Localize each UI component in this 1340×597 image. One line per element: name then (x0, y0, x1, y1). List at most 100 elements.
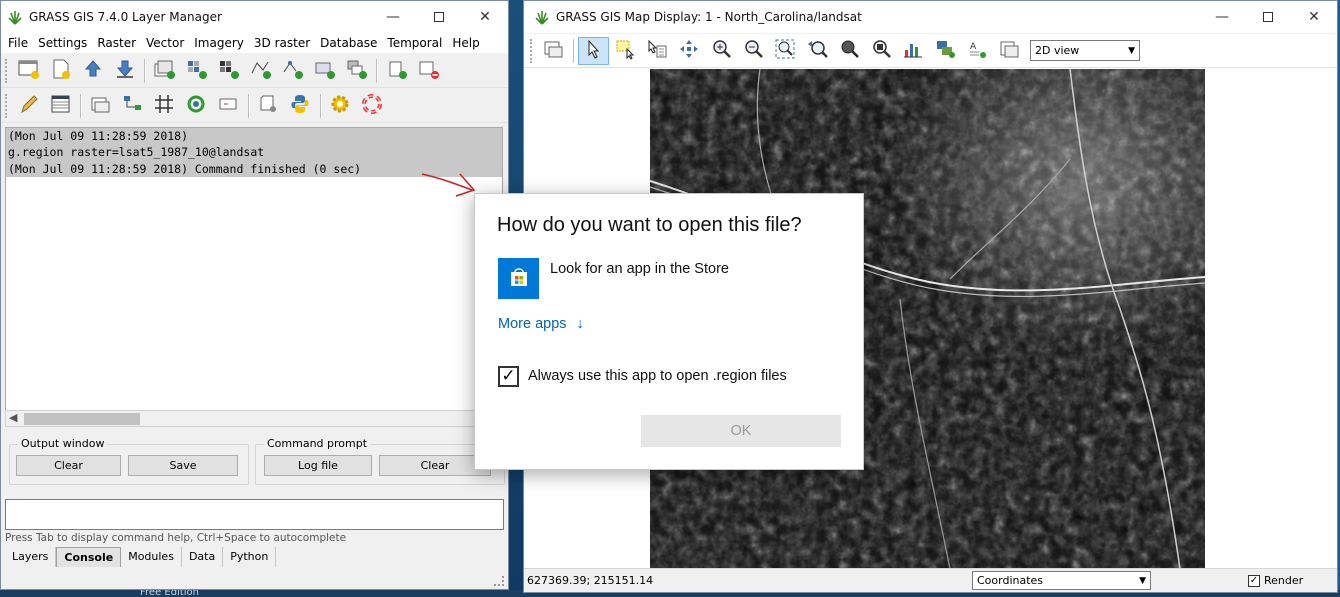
command-input[interactable] (5, 499, 504, 530)
select-tool-button[interactable] (610, 37, 641, 65)
maximize-icon (1263, 12, 1273, 22)
tab-data[interactable]: Data (182, 547, 224, 567)
zoom-back-button[interactable] (802, 37, 833, 65)
menu-imagery[interactable]: Imagery (189, 36, 249, 50)
tab-layers[interactable]: Layers (5, 547, 57, 567)
view-mode-select[interactable]: 2D view ▼ (1030, 40, 1140, 61)
add-overlay-button[interactable] (309, 57, 340, 85)
ok-button[interactable]: OK (641, 415, 841, 447)
new-file-icon (49, 58, 73, 83)
maximize-button[interactable] (1245, 1, 1291, 33)
new-map-display-button[interactable] (13, 57, 44, 85)
edit-vector-button[interactable] (13, 92, 44, 120)
scroll-left-icon[interactable]: ◀ (9, 411, 17, 424)
log-file-button[interactable]: Log file (264, 455, 372, 476)
display-refresh-icon (542, 38, 566, 63)
add-text-button[interactable]: A (962, 37, 993, 65)
menu-database[interactable]: Database (315, 36, 382, 50)
minimize-icon: — (386, 9, 400, 25)
pointer-tool-button[interactable] (578, 36, 609, 65)
help-button[interactable] (357, 92, 388, 120)
attribute-table-button[interactable] (45, 92, 76, 120)
cartographic-button[interactable] (181, 92, 212, 120)
menu-3d-raster[interactable]: 3D raster (249, 36, 315, 50)
launch-script-button[interactable] (253, 92, 284, 120)
analyze-button[interactable] (898, 37, 929, 65)
recycle-icon (185, 93, 209, 118)
toolbar-grip[interactable] (530, 38, 534, 63)
psmap-button[interactable] (213, 92, 244, 120)
status-mode-select[interactable]: Coordinates ▼ (972, 571, 1151, 590)
zoom-in-button[interactable] (706, 37, 737, 65)
clipboard-add-icon (385, 58, 409, 83)
overlay-decoration-button[interactable] (930, 37, 961, 65)
add-misc-button[interactable] (381, 57, 412, 85)
add-thematic-button[interactable] (277, 57, 308, 85)
checkbox-checked-icon[interactable]: ✓ (1248, 574, 1260, 587)
menu-raster[interactable]: Raster (92, 36, 141, 50)
georectifier-button[interactable] (149, 92, 180, 120)
render-map-button[interactable] (538, 37, 569, 65)
command-hint: Press Tab to display command help, Ctrl+… (5, 532, 347, 544)
menu-temporal[interactable]: Temporal (382, 36, 447, 50)
add-rgb-button[interactable] (213, 57, 244, 85)
add-group-button[interactable] (341, 57, 372, 85)
toolbar-grip[interactable] (5, 58, 9, 83)
store-option-tile[interactable] (498, 258, 539, 299)
add-vector-button[interactable] (245, 57, 276, 85)
console-line: (Mon Jul 09 11:28:59 2018) (6, 128, 502, 145)
menu-settings[interactable]: Settings (33, 36, 92, 50)
python-shell-button[interactable] (285, 92, 316, 120)
add-map-layers-button[interactable] (149, 57, 180, 85)
display-icon (89, 93, 113, 118)
close-button[interactable]: ✕ (462, 1, 508, 33)
zoom-out-button[interactable] (738, 37, 769, 65)
map-display-titlebar[interactable]: GRASS GIS Map Display: 1 - North_Carolin… (524, 1, 1337, 33)
pan-arrows-icon (678, 38, 702, 63)
overlay-icon (313, 58, 337, 83)
select-box-icon (614, 38, 638, 63)
zoom-region-button[interactable] (866, 37, 897, 65)
open-workspace-button[interactable] (77, 57, 108, 85)
lifebuoy-icon (361, 93, 385, 118)
close-button[interactable]: ✕ (1291, 1, 1337, 33)
chart-icon (902, 38, 926, 63)
menu-file[interactable]: File (3, 36, 33, 50)
pan-tool-button[interactable] (674, 37, 705, 65)
more-apps-link[interactable]: More apps ↓ (498, 316, 584, 332)
graphical-modeler-button[interactable] (117, 92, 148, 120)
always-use-checkbox[interactable]: ✓ (498, 366, 519, 387)
tab-python[interactable]: Python (223, 547, 277, 567)
resize-grip-icon[interactable] (494, 576, 504, 586)
store-option-label[interactable]: Look for an app in the Store (550, 261, 729, 277)
annotation-arrow-icon (421, 173, 476, 197)
chevron-down-icon: ▼ (1139, 575, 1146, 586)
output-clear-button[interactable]: Clear (16, 455, 121, 476)
console-horizontal-scrollbar[interactable]: ◀ (5, 410, 475, 427)
minimize-button[interactable]: — (370, 1, 416, 33)
always-use-label: Always use this app to open .region file… (528, 368, 787, 384)
zoom-extent-button[interactable] (770, 37, 801, 65)
maximize-button[interactable] (416, 1, 462, 33)
new-workspace-button[interactable] (45, 57, 76, 85)
settings-button[interactable] (325, 92, 356, 120)
layer-manager-window[interactable]: GRASS GIS 7.4.0 Layer Manager — ✕ File S… (0, 0, 509, 590)
minimize-button[interactable]: — (1199, 1, 1245, 33)
render-checkbox[interactable]: ✓ Render (1248, 574, 1303, 587)
layout-icon (217, 93, 241, 118)
add-raster-button[interactable] (181, 57, 212, 85)
tab-modules[interactable]: Modules (121, 547, 182, 567)
menu-vector[interactable]: Vector (141, 36, 189, 50)
save-display-button[interactable] (994, 37, 1025, 65)
query-tool-button[interactable] (642, 37, 673, 65)
remove-layer-button[interactable] (413, 57, 444, 85)
scrollbar-thumb[interactable] (24, 413, 140, 425)
layer-manager-titlebar[interactable]: GRASS GIS 7.4.0 Layer Manager — ✕ (1, 1, 508, 33)
new-display-2-button[interactable] (85, 92, 116, 120)
toolbar-grip[interactable] (5, 93, 9, 118)
tab-console[interactable]: Console (56, 547, 122, 567)
save-workspace-button[interactable] (109, 57, 140, 85)
menu-help[interactable]: Help (447, 36, 484, 50)
output-save-button[interactable]: Save (128, 455, 238, 476)
zoom-options-button[interactable] (834, 37, 865, 65)
